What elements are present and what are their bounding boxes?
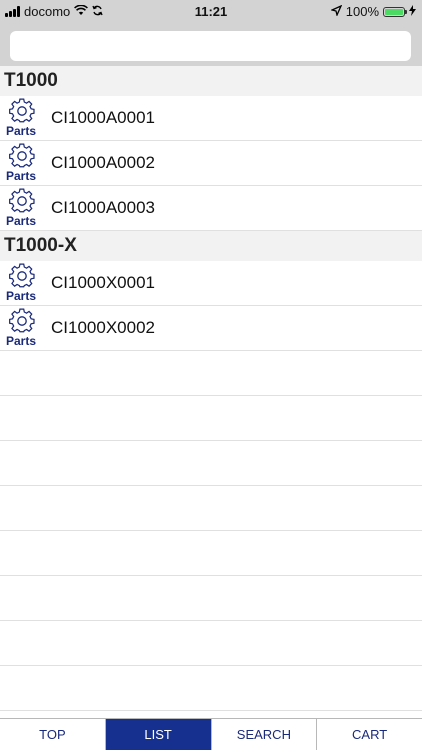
list-item[interactable]: Parts CI1000A0003: [0, 186, 422, 231]
parts-gear-icon: Parts: [2, 142, 44, 184]
parts-gear-icon: Parts: [2, 97, 44, 139]
section-header: T1000: [0, 66, 422, 96]
list-item[interactable]: Parts CI1000A0002: [0, 141, 422, 186]
list-item-label: CI1000A0003: [51, 198, 155, 217]
list-item-label: CI1000A0001: [51, 108, 155, 127]
search-bar: [0, 22, 422, 66]
list-item[interactable]: Parts CI1000X0001: [0, 261, 422, 306]
parts-icon-label: Parts: [6, 124, 37, 138]
battery-percent: 100%: [345, 4, 379, 19]
empty-row: [0, 621, 422, 666]
empty-row: [0, 576, 422, 621]
empty-row: [0, 351, 422, 396]
parts-icon-label: Parts: [6, 169, 37, 183]
empty-row: [0, 666, 422, 711]
empty-row: [0, 486, 422, 531]
empty-row: [0, 441, 422, 486]
section-header: T1000-X: [0, 231, 422, 261]
parts-icon-label: Parts: [6, 289, 37, 303]
empty-row: [0, 531, 422, 576]
list-item[interactable]: Parts CI1000X0002: [0, 306, 422, 351]
parts-gear-icon: Parts: [2, 307, 44, 349]
parts-icon-label: Parts: [6, 334, 37, 348]
status-right: 100%: [329, 4, 416, 19]
list-item-label: CI1000A0002: [51, 153, 155, 172]
tab-cart[interactable]: CART: [317, 719, 422, 750]
list-item[interactable]: Parts CI1000A0001: [0, 96, 422, 141]
tab-list[interactable]: LIST: [105, 719, 212, 750]
list-item-label: CI1000X0002: [51, 318, 155, 337]
tab-bar: TOP LIST SEARCH CART: [0, 718, 422, 750]
location-icon: [329, 4, 343, 19]
battery-level: [385, 8, 403, 15]
parts-gear-icon: Parts: [2, 187, 44, 229]
parts-icon-label: Parts: [6, 214, 37, 228]
list-item-label: CI1000X0001: [51, 273, 155, 292]
search-input[interactable]: [10, 31, 411, 61]
empty-row: [0, 396, 422, 441]
battery-icon: [383, 6, 407, 17]
parts-list: T1000 Parts CI1000A0001 Parts CI1000A0002 Par…: [0, 66, 422, 711]
charging-icon: [409, 4, 416, 19]
tab-search[interactable]: SEARCH: [212, 719, 318, 750]
status-bar: docomo 11:21 100%: [0, 0, 422, 22]
tab-top[interactable]: TOP: [0, 719, 106, 750]
parts-gear-icon: Parts: [2, 262, 44, 304]
